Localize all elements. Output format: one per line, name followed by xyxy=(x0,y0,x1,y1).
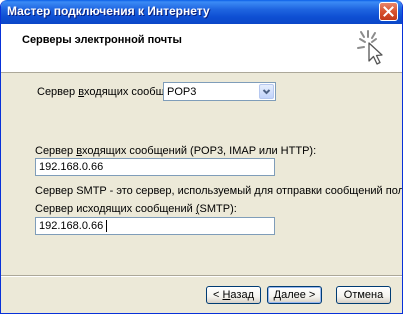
back-button[interactable]: < Назад xyxy=(206,286,261,304)
wizard-cursor-icon xyxy=(357,30,383,65)
cancel-button[interactable]: Отмена xyxy=(336,286,391,304)
wizard-header: Серверы электронной почты xyxy=(1,24,402,73)
incoming-type-select[interactable]: POP3 xyxy=(163,82,276,101)
outgoing-server-input[interactable]: 192.168.0.66 xyxy=(35,217,275,235)
text-caret xyxy=(106,220,107,232)
next-button[interactable]: Далее > xyxy=(267,286,322,304)
dropdown-button[interactable] xyxy=(259,84,274,99)
page-title: Серверы электронной почты xyxy=(22,34,182,46)
chevron-down-icon xyxy=(262,89,271,95)
outgoing-server-value: 192.168.0.66 xyxy=(39,220,104,232)
outgoing-server-label: Сервер исходящих сообщений (SMTP): xyxy=(35,203,237,215)
close-button[interactable] xyxy=(379,2,398,21)
window-title: Мастер подключения к Интернету xyxy=(7,4,210,18)
incoming-server-value: 192.168.0.66 xyxy=(39,161,104,173)
footer-divider xyxy=(1,275,402,277)
smtp-note: Сервер SMTP - это сервер, используемый д… xyxy=(35,185,403,197)
wizard-window: Мастер подключения к Интернету Серверы э… xyxy=(0,0,403,314)
close-icon xyxy=(383,6,394,17)
incoming-server-label: Сервер входящих сообщений (POP3, IMAP ил… xyxy=(35,145,317,157)
incoming-server-input[interactable]: 192.168.0.66 xyxy=(35,158,275,176)
incoming-type-value: POP3 xyxy=(167,86,197,98)
title-bar[interactable]: Мастер подключения к Интернету xyxy=(1,0,402,24)
